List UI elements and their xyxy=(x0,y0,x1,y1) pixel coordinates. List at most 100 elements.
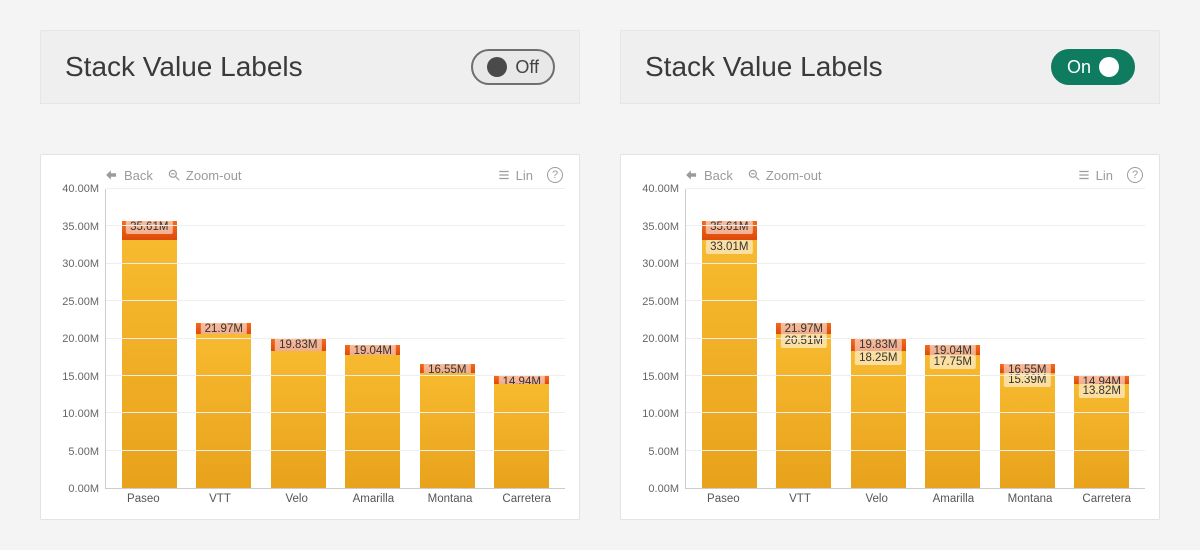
gridline xyxy=(106,300,565,301)
bar-segment-bottom: 20.51M xyxy=(776,334,831,488)
zoom-out-icon xyxy=(747,168,761,182)
toggle-state-label: On xyxy=(1067,57,1091,78)
y-tick: 30.00M xyxy=(642,258,679,270)
y-axis: 0.00M5.00M10.00M15.00M20.00M25.00M30.00M… xyxy=(55,189,105,489)
chart-toolbar: Back Zoom-out Lin ? xyxy=(55,165,565,189)
back-button[interactable]: Back xyxy=(105,168,153,183)
gridline xyxy=(686,263,1145,264)
bar-segment-bottom: 13.82M xyxy=(1074,384,1129,488)
bar[interactable]: 21.97M20.51M xyxy=(776,323,831,488)
scale-label: Lin xyxy=(516,168,533,183)
zoom-out-button[interactable]: Zoom-out xyxy=(167,168,242,183)
bar[interactable]: 35.61M xyxy=(122,221,177,488)
bar-slot: 19.04M xyxy=(336,345,411,488)
bar-slot: 19.83M18.25M xyxy=(841,339,916,488)
scale-toggle[interactable]: Lin xyxy=(1077,168,1113,183)
bar[interactable]: 19.04M xyxy=(345,345,400,488)
back-label: Back xyxy=(124,168,153,183)
bar-segment-top: 16.55M xyxy=(1000,364,1055,373)
list-icon xyxy=(1077,168,1091,182)
back-label: Back xyxy=(704,168,733,183)
plot-area[interactable]: 35.61M 33.01M 21.97M20.51M 19.83M18.25M 19.0… xyxy=(685,189,1145,489)
x-tick: Carretera xyxy=(1068,493,1145,505)
stack-value-labels-toggle-on-card: Stack Value Labels On xyxy=(620,30,1160,104)
toggle-title: Stack Value Labels xyxy=(645,51,883,83)
zoom-out-button[interactable]: Zoom-out xyxy=(747,168,822,183)
chart-panel-left: Back Zoom-out Lin ? 0.00M5.00M10.00M15.0… xyxy=(40,154,580,520)
stack-label: 13.82M xyxy=(1079,384,1125,398)
stack-label: 18.25M xyxy=(855,351,901,365)
back-arrow-icon xyxy=(105,168,119,182)
toggle-state-label: Off xyxy=(515,57,539,78)
bar-segment-top: 21.97M xyxy=(776,323,831,334)
x-tick: Velo xyxy=(838,493,915,505)
y-tick: 40.00M xyxy=(62,183,99,195)
total-label: 35.61M xyxy=(706,220,752,234)
gridline xyxy=(106,225,565,226)
y-axis: 0.00M5.00M10.00M15.00M20.00M25.00M30.00M… xyxy=(635,189,685,489)
bar-segment-top: 19.83M xyxy=(851,339,906,351)
x-tick: Carretera xyxy=(488,493,565,505)
help-button[interactable]: ? xyxy=(1127,167,1143,183)
bar-segment-top: 14.94M xyxy=(1074,376,1129,384)
y-tick: 30.00M xyxy=(62,258,99,270)
zoom-out-label: Zoom-out xyxy=(766,168,822,183)
x-tick: Amarilla xyxy=(915,493,992,505)
bar[interactable]: 19.83M18.25M xyxy=(851,339,906,488)
y-tick: 20.00M xyxy=(62,333,99,345)
help-button[interactable]: ? xyxy=(547,167,563,183)
scale-label: Lin xyxy=(1096,168,1113,183)
bar-segment-top: 19.04M xyxy=(345,345,400,355)
x-tick: Amarilla xyxy=(335,493,412,505)
y-tick: 0.00M xyxy=(648,483,679,495)
list-icon xyxy=(497,168,511,182)
bar-slot: 19.83M xyxy=(261,339,336,488)
gridline xyxy=(686,188,1145,189)
gridline xyxy=(686,412,1145,413)
y-tick: 5.00M xyxy=(68,446,99,458)
stack-value-labels-toggle[interactable]: Off xyxy=(471,49,555,85)
bar-segment-top: 35.61M xyxy=(122,221,177,241)
stack-value-labels-toggle-off-card: Stack Value Labels Off xyxy=(40,30,580,104)
bar-segment-bottom: 15.39M xyxy=(1000,373,1055,488)
bar-slot: 21.97M xyxy=(187,323,262,488)
y-tick: 25.00M xyxy=(62,296,99,308)
x-tick: Paseo xyxy=(685,493,762,505)
gridline xyxy=(106,338,565,339)
bar-segment-bottom xyxy=(271,351,326,488)
bar[interactable]: 19.83M xyxy=(271,339,326,488)
gridline xyxy=(686,450,1145,451)
gridline xyxy=(106,412,565,413)
scale-toggle[interactable]: Lin xyxy=(497,168,533,183)
gridline xyxy=(106,188,565,189)
back-button[interactable]: Back xyxy=(685,168,733,183)
plot-area[interactable]: 35.61M 21.97M 19.83M 19.04M 16.55M 14.94M xyxy=(105,189,565,489)
bar-segment-top: 35.61M xyxy=(702,221,757,241)
bar-slot: 14.94M13.82M xyxy=(1065,376,1140,488)
x-tick: VTT xyxy=(182,493,259,505)
bar-segment-bottom: 33.01M xyxy=(702,240,757,488)
bar[interactable]: 21.97M xyxy=(196,323,251,488)
bar[interactable]: 14.94M13.82M xyxy=(1074,376,1129,488)
bar-segment-bottom xyxy=(494,384,549,488)
bar-slot: 19.04M17.75M xyxy=(916,345,991,488)
chart-plot: 0.00M5.00M10.00M15.00M20.00M25.00M30.00M… xyxy=(55,189,565,489)
toggle-knob-icon xyxy=(1099,57,1119,77)
bar[interactable]: 14.94M xyxy=(494,376,549,488)
zoom-out-label: Zoom-out xyxy=(186,168,242,183)
x-axis: PaseoVTTVeloAmarillaMontanaCarretera xyxy=(55,493,565,505)
y-tick: 35.00M xyxy=(642,221,679,233)
bar[interactable]: 16.55M xyxy=(420,364,475,488)
bar-segment-top: 14.94M xyxy=(494,376,549,384)
gridline xyxy=(686,338,1145,339)
toggle-knob-icon xyxy=(487,57,507,77)
bar-segment-bottom xyxy=(122,240,177,488)
bar-slot: 21.97M20.51M xyxy=(767,323,842,488)
bar[interactable]: 19.04M17.75M xyxy=(925,345,980,488)
bar-segment-bottom xyxy=(196,334,251,488)
bar[interactable]: 16.55M15.39M xyxy=(1000,364,1055,488)
bar-slot: 16.55M15.39M xyxy=(990,364,1065,488)
zoom-out-icon xyxy=(167,168,181,182)
bar[interactable]: 35.61M 33.01M xyxy=(702,221,757,488)
stack-value-labels-toggle[interactable]: On xyxy=(1051,49,1135,85)
